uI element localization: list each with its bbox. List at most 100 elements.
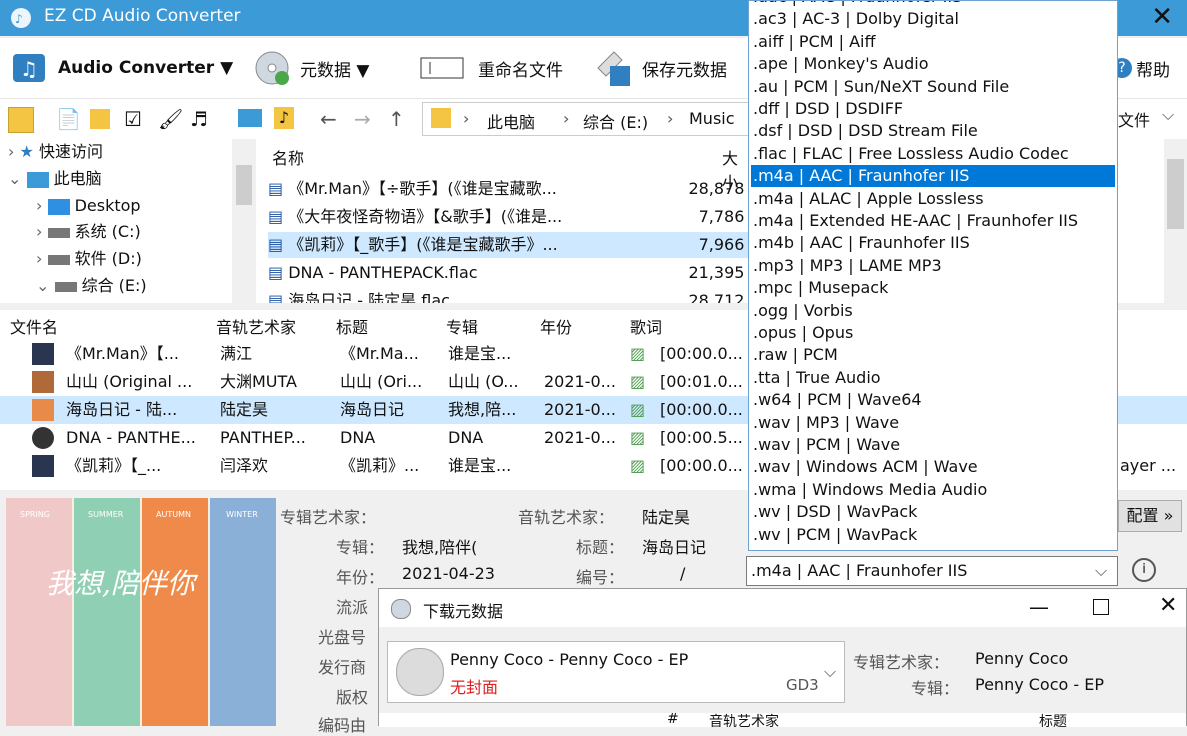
chevron-down-icon[interactable]: ⌵ — [1095, 561, 1107, 581]
tree-item-desktop[interactable]: › Desktop — [36, 194, 141, 218]
tree-item-drive-d[interactable]: › 软件 (D:) — [36, 247, 142, 271]
format-option[interactable]: .wav | Windows ACM | Wave — [751, 456, 1115, 478]
track-row[interactable]: 《Mr.Man》【... 满江 《Mr.Ma... 谁是宝... ▨ [00:0… — [0, 340, 748, 368]
file-row[interactable]: ▤ 《Mr.Man》【÷歌手】(《谁是宝藏歌... 28,878 K — [268, 176, 760, 202]
file-type-filter[interactable]: 文件 — [1118, 107, 1150, 131]
rename-files-button[interactable]: 重命名文件 — [420, 46, 563, 90]
format-option[interactable]: .wv | PCM | WavPack — [751, 524, 1115, 546]
audio-converter-button[interactable]: ♫ Audio Converter ▼ — [10, 46, 233, 90]
format-option[interactable]: .mp3 | MP3 | LAME MP3 — [751, 255, 1115, 277]
format-option[interactable]: .aac | AAC | Fraunhofer IIS — [751, 1, 1115, 8]
path-segment[interactable]: 此电脑 — [487, 109, 535, 133]
help-label: 帮助 — [1136, 60, 1170, 81]
file-row[interactable]: ▤ 《大年夜怪奇物语》【&歌手】(《谁是... 7,786 K — [268, 204, 760, 230]
format-option[interactable]: .m4a | Extended HE-AAC | Fraunhofer IIS — [751, 210, 1115, 232]
address-bar[interactable]: › 此电脑 › 综合 (E:) › Music — [422, 102, 754, 136]
format-combobox[interactable]: .m4a | AAC | Fraunhofer IIS ⌵ — [746, 556, 1118, 586]
up-arrow-icon[interactable]: ↑ — [388, 107, 412, 131]
metadata-button[interactable]: 元数据 ▼ — [252, 46, 369, 90]
track-artist-value[interactable]: 陆定昊 — [642, 504, 690, 528]
format-option[interactable]: .ape | Monkey's Audio — [751, 53, 1115, 75]
format-option[interactable]: .raw | PCM — [751, 344, 1115, 366]
tree-item-this-pc[interactable]: ⌄ 此电脑 — [8, 167, 102, 191]
forward-arrow-icon[interactable]: → — [354, 107, 378, 131]
tree-item-drive-e[interactable]: ⌄ 综合 (E:) — [36, 274, 147, 298]
format-option[interactable]: .wav | MP3 | Wave — [751, 412, 1115, 434]
audio-file-icon: ▤ — [268, 235, 284, 254]
file-browser-right-pane — [1118, 139, 1187, 303]
column-header-year[interactable]: 年份 — [540, 314, 572, 338]
year-value[interactable]: 2021-04-23 — [402, 564, 495, 583]
help-button[interactable]: ? 帮助 — [1112, 46, 1170, 90]
add-file-icon[interactable]: 📄 — [56, 107, 81, 131]
format-option[interactable]: .dsf | DSD | DSD Stream File — [751, 120, 1115, 142]
column-header-album[interactable]: 专辑 — [446, 314, 478, 338]
column-header-title[interactable]: 标题 — [336, 314, 368, 338]
file-row-selected[interactable]: ▤ 《凯莉》【_歌手】(《谁是宝藏歌手》... 7,966 K — [268, 232, 760, 258]
minimize-icon[interactable]: — — [1029, 595, 1049, 619]
close-icon[interactable]: ✕ — [1159, 593, 1177, 618]
popup-album-value[interactable]: Penny Coco - EP — [975, 675, 1104, 694]
brush-icon[interactable]: 🖌 — [158, 107, 183, 131]
save-metadata-button[interactable]: 保存元数据 — [594, 46, 727, 90]
maximize-icon[interactable] — [1093, 599, 1109, 615]
cover-panel-spring — [6, 498, 72, 726]
scrollbar-thumb[interactable] — [236, 165, 252, 205]
number-value[interactable]: / — [680, 564, 685, 583]
info-icon[interactable]: i — [1132, 558, 1156, 582]
format-option[interactable]: .flac | FLAC | Free Lossless Audio Codec — [751, 143, 1115, 165]
format-option[interactable]: .m4a | ALAC | Apple Lossless — [751, 188, 1115, 210]
cd-selector[interactable]: Penny Coco - Penny Coco - EP 无封面 GD3 ⌵ — [387, 641, 845, 703]
format-option[interactable]: .wav | PCM | Wave — [751, 434, 1115, 456]
album-cover[interactable]: SPRING SUMMER AUTUMN WINTER 我想,陪伴你 — [6, 498, 276, 726]
format-option[interactable]: .ogg | Vorbis — [751, 300, 1115, 322]
format-option[interactable]: .tta | True Audio — [751, 367, 1115, 389]
format-option[interactable]: .w64 | PCM | Wave64 — [751, 389, 1115, 411]
close-icon[interactable]: ✕ — [1151, 2, 1173, 32]
column-header-lyrics[interactable]: 歌词 — [630, 314, 662, 338]
config-button[interactable]: 配置 » — [1118, 500, 1182, 532]
format-option[interactable]: .au | PCM | Sun/NeXT Sound File — [751, 76, 1115, 98]
format-option[interactable]: .wv | DSD | WavPack — [751, 501, 1115, 523]
file-scrollbar[interactable] — [1164, 139, 1187, 303]
format-option[interactable]: .opus | Opus — [751, 322, 1115, 344]
format-option[interactable]: .aiff | PCM | Aiff — [751, 31, 1115, 53]
tree-scrollbar[interactable] — [232, 139, 256, 303]
path-segment[interactable]: Music — [689, 109, 735, 128]
track-row[interactable]: 山山 (Original ... 大渊MUTA 山山 (Ori... 山山 (O… — [0, 368, 748, 396]
popup-title-bar: 下载元数据 — ✕ — [379, 589, 1186, 627]
file-row[interactable]: ▤ DNA - PANTHEPACK.flac 21,395 K — [268, 260, 760, 286]
popup-album-artist-value[interactable]: Penny Coco — [975, 649, 1068, 668]
format-option[interactable]: .ac3 | AC-3 | Dolby Digital — [751, 8, 1115, 30]
format-option[interactable]: .m4b | AAC | Fraunhofer IIS — [751, 232, 1115, 254]
path-segment[interactable]: 综合 (E:) — [583, 109, 648, 133]
column-header-track-artist[interactable]: 音轨艺术家 — [216, 314, 296, 338]
track-row[interactable]: DNA - PANTHE... PANTHEP... DNA DNA 2021-… — [0, 424, 748, 452]
checkbox-icon[interactable]: ☑ — [124, 107, 148, 131]
column-header-filename[interactable]: 文件名 — [10, 314, 58, 338]
album-value[interactable]: 我想,陪伴( — [402, 534, 477, 558]
format-option[interactable]: .mpc | Musepack — [751, 277, 1115, 299]
home-folder-icon[interactable] — [8, 107, 34, 133]
title-value[interactable]: 海岛日记 — [642, 534, 706, 558]
tree-item-drive-c[interactable]: › 系统 (C:) — [36, 220, 141, 244]
format-option[interactable]: .dff | DSD | DSDIFF — [751, 98, 1115, 120]
back-arrow-icon[interactable]: ← — [320, 107, 344, 131]
chevron-down-icon[interactable]: ⌵ — [824, 662, 836, 682]
drive-icon — [54, 281, 77, 292]
star-icon: ★ — [19, 142, 34, 161]
expand-arrow-icon: › — [36, 222, 43, 241]
music-folder-icon[interactable]: ♪ — [274, 107, 294, 129]
chevron-down-icon[interactable]: ⌵ — [1162, 105, 1174, 125]
column-header-name[interactable]: 名称 — [272, 145, 304, 169]
file-row[interactable]: ▤ 海岛日记 - 陆定昊.flac28,712 K — [268, 288, 748, 303]
tree-item-quick-access[interactable]: › ★ 快速访问 — [8, 140, 103, 164]
computer-icon[interactable] — [238, 109, 262, 127]
playlist-icon[interactable]: ♬ — [190, 107, 214, 131]
add-folder-icon[interactable] — [90, 109, 110, 129]
format-dropdown-list[interactable]: .aac | AAC | Fraunhofer IIS.ac3 | AC-3 |… — [748, 0, 1118, 551]
scrollbar-thumb[interactable] — [1167, 159, 1184, 229]
format-option[interactable]: .wma | Windows Media Audio — [751, 479, 1115, 501]
audio-file-icon: ▤ — [268, 179, 284, 198]
format-option-selected[interactable]: .m4a | AAC | Fraunhofer IIS — [751, 165, 1115, 188]
